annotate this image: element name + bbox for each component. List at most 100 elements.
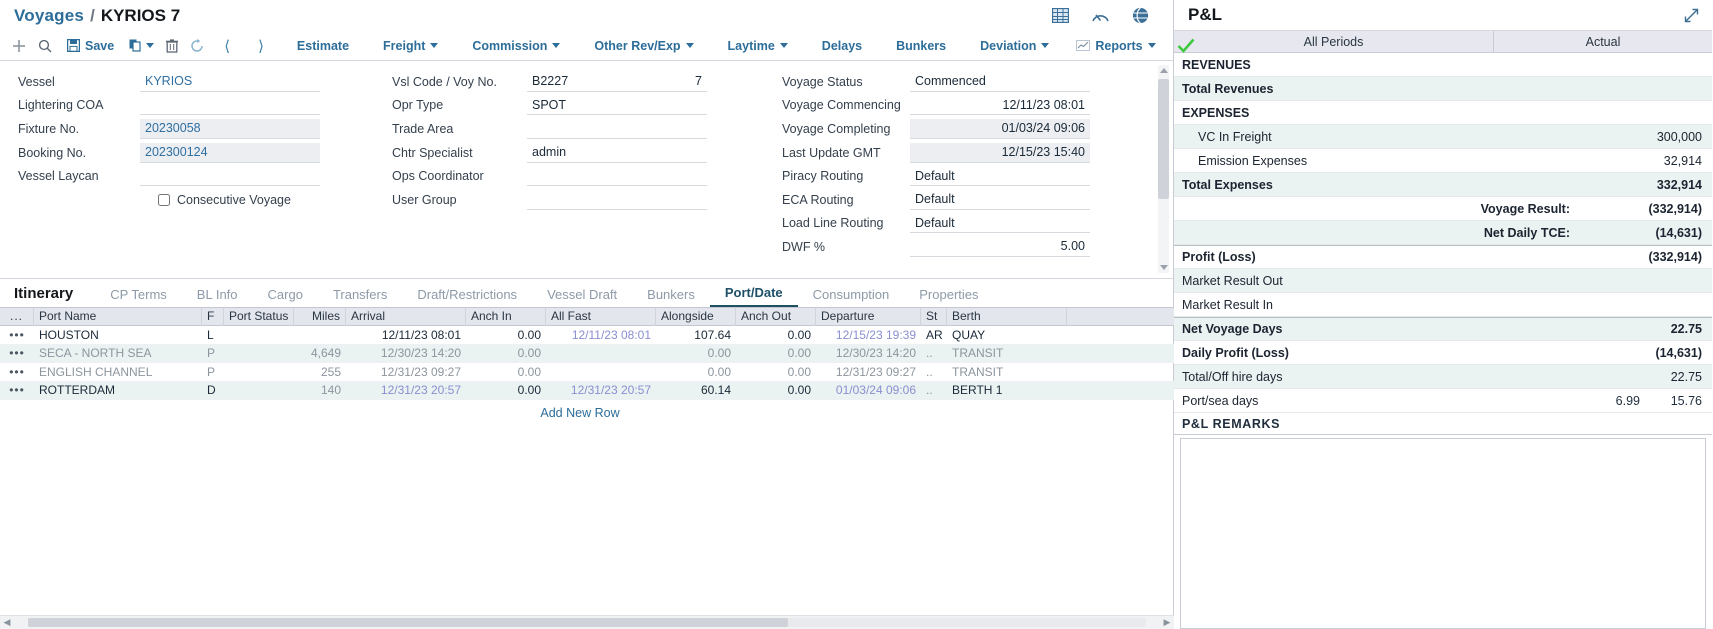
col-header-f[interactable]: F xyxy=(202,307,224,326)
tab-cargo[interactable]: Cargo xyxy=(253,287,318,307)
tab-vessel-draft[interactable]: Vessel Draft xyxy=(532,287,632,307)
toolbar-item-bunkers[interactable]: Bunkers xyxy=(885,39,957,53)
dwf-percent-input[interactable] xyxy=(910,236,1090,257)
row-menu-icon[interactable]: ••• xyxy=(0,344,34,363)
cell-departure: 01/03/24 09:06 xyxy=(835,383,916,397)
table-row[interactable]: ••• SECA - NORTH SEA P 4,649 12/30/23 14… xyxy=(0,344,1174,363)
scroll-down-icon[interactable] xyxy=(1160,265,1168,270)
add-new-row-button[interactable]: Add New Row xyxy=(0,400,1160,420)
toolbar-item-freight[interactable]: Freight xyxy=(372,39,449,53)
row-menu-icon[interactable]: ••• xyxy=(0,326,34,345)
col-header-departure[interactable]: Departure xyxy=(816,307,921,326)
expand-diagonal-icon[interactable] xyxy=(1683,7,1700,24)
pnl-row-market-result-in: Market Result In xyxy=(1174,293,1712,317)
voyage-completing-input[interactable] xyxy=(910,118,1090,139)
chtr-specialist-input[interactable] xyxy=(527,142,707,163)
opr-type-input[interactable] xyxy=(527,95,707,116)
trade-area-input[interactable] xyxy=(527,118,707,139)
row-menu-icon[interactable]: ••• xyxy=(0,363,34,382)
toolbar-item-deviation[interactable]: Deviation xyxy=(969,39,1060,53)
load-line-routing-extra-input[interactable] xyxy=(1000,213,1090,234)
grid-horizontal-scrollbar[interactable]: ◀ ▶ xyxy=(0,615,1174,629)
voyage-status-input[interactable] xyxy=(910,71,1090,92)
table-row[interactable]: ••• ENGLISH CHANNEL P 255 12/31/23 09:27… xyxy=(0,363,1174,382)
tab-bunkers[interactable]: Bunkers xyxy=(632,287,710,307)
gauge-icon[interactable] xyxy=(1091,8,1110,24)
last-update-gmt-input[interactable] xyxy=(910,142,1090,163)
col-header-all-fast[interactable]: All Fast xyxy=(546,307,656,326)
validate-button[interactable] xyxy=(1167,38,1206,53)
toolbar-item-reports[interactable]: Reports xyxy=(1060,39,1166,53)
tab-itinerary[interactable]: Itinerary xyxy=(14,285,95,307)
vessel-laycan-from-input[interactable] xyxy=(140,166,230,187)
scroll-up-icon[interactable] xyxy=(1160,68,1168,73)
col-header-alongside[interactable]: Alongside xyxy=(656,307,736,326)
add-icon[interactable] xyxy=(12,39,26,53)
tab-cp-terms[interactable]: CP Terms xyxy=(95,287,182,307)
col-header-berth[interactable]: Berth xyxy=(947,307,1067,326)
col-header-menu[interactable]: ... xyxy=(0,307,34,326)
col-header-miles[interactable]: Miles xyxy=(294,307,346,326)
col-header-anch-out[interactable]: Anch Out xyxy=(736,307,816,326)
piracy-routing-extra-input[interactable] xyxy=(1000,166,1090,187)
toolbar-item-delays[interactable]: Delays xyxy=(811,39,873,53)
scroll-right-icon[interactable]: ▶ xyxy=(1160,617,1174,628)
toolbar-item-estimate[interactable]: Estimate xyxy=(286,39,360,53)
scroll-left-icon[interactable]: ◀ xyxy=(0,617,14,628)
col-header-arrival[interactable]: Arrival xyxy=(346,307,466,326)
next-record-button[interactable]: ⟩ xyxy=(250,37,272,55)
save-button[interactable]: Save xyxy=(64,39,117,53)
breadcrumb-voyages[interactable]: Voyages xyxy=(14,6,84,26)
prev-record-button[interactable]: ⟨ xyxy=(216,37,238,55)
ops-coordinator-input[interactable] xyxy=(527,166,707,187)
pnl-period-all[interactable]: All Periods xyxy=(1174,31,1494,52)
col-header-st[interactable]: St xyxy=(921,307,947,326)
load-line-routing-input[interactable] xyxy=(910,213,1000,234)
pnl-row-net-voyage-days: Net Voyage Days 22.75 xyxy=(1174,317,1712,341)
toolbar-item-laytime[interactable]: Laytime xyxy=(717,39,799,53)
tab-draft-restrictions[interactable]: Draft/Restrictions xyxy=(402,287,532,307)
vessel-input[interactable] xyxy=(140,71,320,92)
search-icon[interactable] xyxy=(38,39,52,53)
copy-dropdown-button[interactable] xyxy=(129,39,155,52)
toolbar-item-other-rev-exp[interactable]: Other Rev/Exp xyxy=(583,39,704,53)
delete-icon[interactable] xyxy=(166,38,179,53)
table-row[interactable]: ••• ROTTERDAM D 140 12/31/23 20:57 0.00 … xyxy=(0,381,1174,400)
pnl-remarks-textarea[interactable] xyxy=(1180,438,1706,629)
pnl-label: EXPENSES xyxy=(1182,105,1250,120)
grid-icon[interactable] xyxy=(1052,8,1069,23)
cell-all-fast: 12/11/23 08:01 xyxy=(571,327,651,342)
booking-no-input[interactable] xyxy=(140,142,320,163)
field-label-fixture-no: Fixture No. xyxy=(18,121,80,136)
lightering-coa-input[interactable] xyxy=(140,95,320,116)
tab-port-date[interactable]: Port/Date xyxy=(709,285,798,307)
scroll-thumb[interactable] xyxy=(1158,79,1169,199)
eca-routing-input[interactable] xyxy=(910,189,1000,210)
col-header-port-status[interactable]: Port Status xyxy=(224,307,294,326)
piracy-routing-input[interactable] xyxy=(910,166,1000,187)
eca-routing-extra-input[interactable] xyxy=(1000,189,1090,210)
refresh-icon[interactable] xyxy=(190,38,204,53)
tab-properties[interactable]: Properties xyxy=(904,287,993,307)
globe-icon[interactable] xyxy=(1132,7,1149,24)
form-vertical-scrollbar[interactable] xyxy=(1158,65,1169,273)
scroll-thumb[interactable] xyxy=(28,618,788,627)
row-menu-icon[interactable]: ••• xyxy=(0,381,34,400)
scroll-track[interactable] xyxy=(28,618,1146,627)
tab-bl-info[interactable]: BL Info xyxy=(182,287,253,307)
breadcrumb-separator: / xyxy=(90,5,95,25)
consecutive-voyage-checkbox[interactable] xyxy=(158,193,170,206)
voyage-commencing-input[interactable] xyxy=(910,95,1090,116)
table-row[interactable]: ••• HOUSTON L 12/11/23 08:01 0.00 12/11/… xyxy=(0,326,1174,345)
fixture-no-input[interactable] xyxy=(140,118,320,139)
vessel-laycan-to-input[interactable] xyxy=(230,166,320,187)
col-header-anch-in[interactable]: Anch In xyxy=(466,307,546,326)
tab-consumption[interactable]: Consumption xyxy=(798,287,905,307)
col-header-port-name[interactable]: Port Name xyxy=(34,307,202,326)
pnl-period-actual[interactable]: Actual xyxy=(1494,31,1712,52)
tab-transfers[interactable]: Transfers xyxy=(318,287,402,307)
toolbar-item-commission[interactable]: Commission xyxy=(461,39,571,53)
vsl-code-input[interactable] xyxy=(527,71,622,92)
voy-no-input[interactable] xyxy=(622,71,707,92)
user-group-input[interactable] xyxy=(527,189,707,210)
